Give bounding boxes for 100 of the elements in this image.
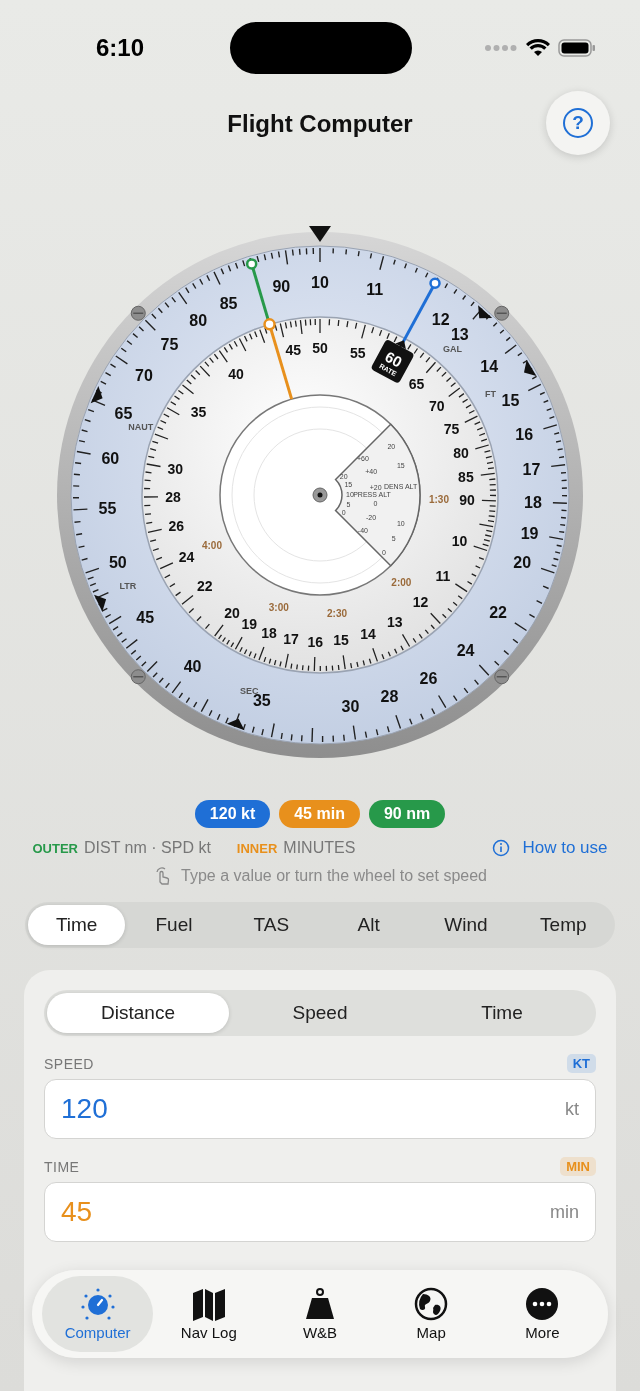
unit-label: GAL	[443, 343, 462, 354]
outer-scale-number: 15	[501, 391, 520, 409]
mode-tab[interactable]: TAS	[222, 905, 320, 945]
outer-scale-number: 70	[135, 367, 153, 385]
outer-scale-number: 18	[524, 494, 542, 512]
readout-chip: 120 kt	[194, 800, 271, 828]
mode-tab[interactable]: Temp	[514, 905, 612, 945]
inner-scale-number: 16	[307, 633, 324, 650]
page-title: Flight Computer	[227, 110, 413, 138]
wifi-icon	[526, 38, 550, 57]
info-icon	[492, 839, 511, 857]
outer-scale-number: 14	[480, 357, 499, 375]
inner-scale-number: 15	[333, 632, 349, 649]
inner-scale-number: 26	[168, 518, 185, 535]
index-arrow-icon	[90, 385, 103, 404]
inner-scale-number: 35	[190, 404, 207, 421]
outer-scale-number: 28	[380, 688, 399, 706]
time-mark: 4:00	[201, 539, 222, 551]
solve-for-tab[interactable]: Time	[411, 993, 593, 1033]
outer-scale-number: 26	[419, 670, 438, 688]
more-icon	[524, 1287, 561, 1321]
unit-label: SEC	[239, 685, 259, 696]
help-button[interactable]: ?	[546, 91, 610, 155]
screw-icon	[130, 669, 146, 685]
tab-bar-item[interactable]: More	[486, 1276, 598, 1352]
outer-scale-number: 80	[189, 312, 208, 330]
outer-scale-number: 11	[366, 281, 384, 299]
inner-scale-number: 90	[459, 491, 475, 508]
outer-scale-number: 13	[450, 326, 469, 344]
outer-scale-legend: DIST nm · SPD kt	[84, 839, 211, 857]
index-arrow-icon	[94, 594, 107, 612]
outer-scale-number: 85	[219, 294, 238, 312]
outer-scale-number: 40	[183, 657, 202, 675]
hint-text: Type a value or turn the wheel to set speed	[181, 867, 487, 885]
index-arrow-icon	[226, 718, 245, 731]
inner-scale-number: 18	[261, 624, 277, 641]
field-label: SPEED	[44, 1055, 94, 1072]
inner-scale-number: 45	[285, 342, 302, 359]
solve-for-tab[interactable]: Speed	[229, 993, 411, 1033]
inner-scale-number: 40	[228, 366, 244, 383]
solve-for-tab[interactable]: Distance	[47, 993, 229, 1033]
outer-scale-number: 12	[431, 311, 450, 329]
outer-scale-number: 19	[520, 525, 539, 543]
inner-tag: INNER	[236, 840, 278, 856]
outer-scale-number: 65	[114, 405, 133, 422]
mode-tab[interactable]: Alt	[320, 905, 418, 945]
screw-icon	[130, 305, 146, 321]
mode-tab[interactable]: Time	[28, 905, 126, 945]
value-input[interactable]: 120 kt	[44, 1079, 596, 1139]
inner-scale-number: 75	[443, 421, 460, 438]
outer-scale-number: 60	[101, 449, 120, 467]
readout-chip: 45 min	[279, 800, 360, 828]
outer-scale-number: 10	[311, 274, 329, 291]
outer-scale-number: 30	[341, 697, 360, 715]
unit-badge: MIN	[560, 1157, 596, 1176]
inner-scale-number: 30	[167, 461, 184, 478]
screw-icon	[494, 305, 510, 321]
outer-scale-number: 50	[108, 554, 127, 572]
index-pointer-icon	[309, 226, 331, 242]
screw-icon	[494, 669, 510, 685]
inner-scale-number: 17	[283, 631, 299, 648]
battery-icon	[558, 38, 596, 57]
center-pivot-icon	[312, 487, 328, 503]
value-input[interactable]: 45 min	[44, 1182, 596, 1242]
unit-label: NAUT	[128, 422, 154, 433]
outer-scale-number: 90	[272, 277, 291, 295]
outer-scale-number: 16	[515, 426, 534, 444]
inner-scale-number: 19	[241, 615, 258, 632]
mode-tab[interactable]: Wind	[417, 905, 515, 945]
outer-scale-number: 22	[489, 603, 507, 621]
inner-scale-number: 80	[453, 445, 469, 462]
mode-tab[interactable]: Fuel	[125, 905, 223, 945]
unit-label: FT	[485, 388, 497, 399]
dial-icon	[79, 1287, 116, 1321]
tab-bar-item[interactable]: Map	[375, 1276, 487, 1352]
index-arrow-icon	[478, 305, 493, 319]
inner-scale-number: 20	[224, 604, 240, 621]
time-mark: 1:30	[428, 493, 449, 505]
map-icon	[190, 1287, 227, 1321]
tab-bar-item[interactable]: W&B	[264, 1276, 376, 1352]
inner-scale-number: 11	[435, 567, 451, 584]
unit-badge: KT	[566, 1054, 596, 1073]
inner-scale-number: 50	[312, 340, 328, 356]
globe-icon	[413, 1287, 450, 1321]
signal-icon	[484, 43, 518, 52]
inner-scale-number: 70	[429, 397, 445, 414]
time-mark: 3:00	[268, 601, 289, 613]
outer-scale-number: 24	[456, 642, 475, 660]
outer-scale-number: 45	[136, 608, 155, 626]
field-label: TIME	[44, 1158, 80, 1175]
readout-chip: 90 nm	[368, 800, 446, 828]
time-mark: 2:00	[391, 576, 412, 588]
inner-scale-number: 85	[458, 469, 474, 485]
inner-scale-number: 13	[387, 613, 403, 630]
how-to-use-link[interactable]: How to use	[522, 838, 608, 858]
inner-scale-number: 22	[196, 578, 213, 595]
tab-bar-item[interactable]: Nav Log	[153, 1276, 265, 1352]
inner-scale-legend: MINUTES	[283, 839, 356, 857]
unit-label: LTR	[119, 580, 137, 591]
tab-bar-item[interactable]: Computer	[42, 1276, 154, 1352]
